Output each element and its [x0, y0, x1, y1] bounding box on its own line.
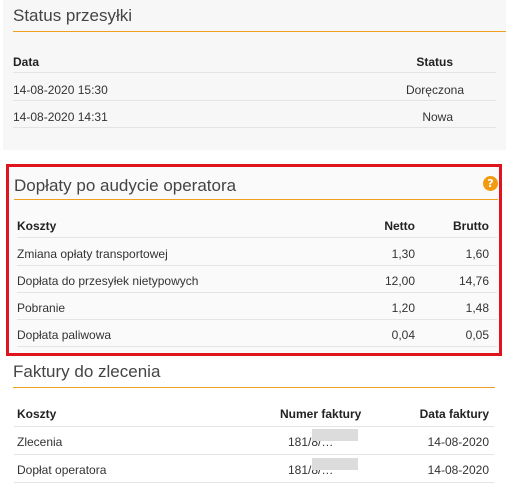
- faktury-row-2-invoice-date: 14-08-2020: [427, 463, 489, 477]
- status-row-1-status: Doręczona: [405, 83, 464, 97]
- divider: [17, 319, 497, 320]
- divider: [17, 292, 497, 293]
- divider: [13, 72, 496, 73]
- faktury-column-invoice-number: Numer faktury: [280, 407, 362, 421]
- redacted-block: [312, 458, 358, 470]
- divider: [13, 127, 496, 128]
- status-column-status: Status: [416, 55, 453, 69]
- doplaty-row-2-net: 12,00: [384, 274, 415, 288]
- doplaty-row-4-gross: 0,05: [465, 328, 489, 342]
- doplaty-row-3-gross: 1,48: [465, 301, 489, 315]
- doplaty-column-net: Netto: [384, 219, 415, 233]
- faktury-section-title: Faktury do zlecenia: [13, 362, 495, 388]
- doplaty-row-3-name: Pobranie: [17, 301, 66, 315]
- status-section-title: Status przesyłki: [13, 6, 506, 32]
- doplaty-row-1-name: Zmiana opłaty transportowej: [17, 247, 168, 261]
- doplaty-row-4-name: Dopłata paliwowa: [17, 328, 112, 342]
- redacted-block: [312, 429, 358, 441]
- status-row-2-date: 14-08-2020 14:31: [13, 110, 108, 124]
- divider: [13, 100, 496, 101]
- question-circle-icon[interactable]: ?: [483, 176, 498, 191]
- doplaty-row-3-net: 1,20: [391, 301, 415, 315]
- faktury-row-1-name: Zlecenia: [17, 435, 63, 449]
- faktury-row-2-name: Dopłat operatora: [17, 463, 107, 477]
- doplaty-row-4-net: 0,04: [391, 328, 415, 342]
- doplaty-column-costs: Koszty: [17, 219, 57, 233]
- faktury-column-costs: Koszty: [17, 407, 57, 421]
- divider: [14, 426, 494, 427]
- doplaty-panel: Dopłaty po audycie operatora ? Koszty Ne…: [6, 164, 502, 356]
- faktury-row-1-invoice-date: 14-08-2020: [427, 435, 489, 449]
- status-row-1-date: 14-08-2020 15:30: [13, 83, 108, 97]
- doplaty-row-2-name: Dopłata do przesyłek nietypowych: [17, 274, 199, 288]
- divider: [14, 454, 494, 455]
- doplaty-row-2-gross: 14,76: [458, 274, 489, 288]
- faktury-panel: Faktury do zlecenia Koszty Numer faktury…: [6, 358, 502, 498]
- divider: [17, 237, 497, 238]
- faktury-column-invoice-date: Data faktury: [419, 407, 489, 421]
- divider: [17, 346, 497, 347]
- doplaty-section-title: Dopłaty po audycie operatora: [14, 176, 498, 200]
- divider: [14, 482, 494, 483]
- doplaty-row-1-net: 1,30: [391, 247, 415, 261]
- doplaty-row-1-gross: 1,60: [465, 247, 489, 261]
- status-panel: Status przesyłki Data Status 14-08-2020 …: [3, 0, 506, 150]
- divider: [17, 265, 497, 266]
- status-column-date: Data: [13, 55, 40, 69]
- status-row-2-status: Nowa: [422, 110, 453, 124]
- doplaty-column-gross: Brutto: [453, 219, 489, 233]
